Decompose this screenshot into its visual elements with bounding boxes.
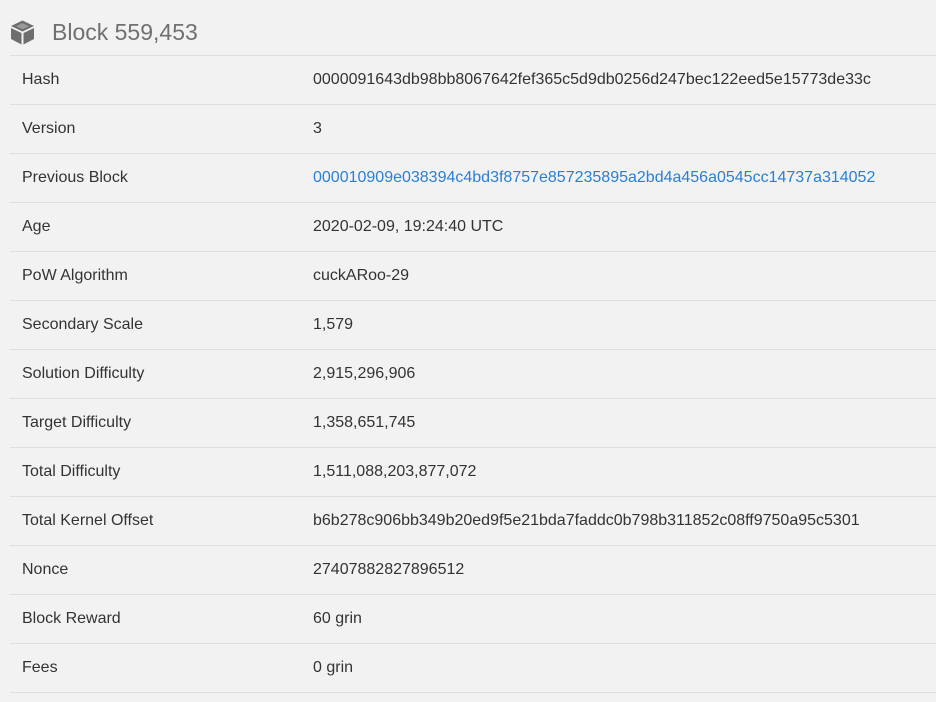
- nonce-value: 27407882827896512: [313, 561, 465, 578]
- row-label: Age: [22, 218, 51, 235]
- row-label: Version: [22, 120, 76, 137]
- target-difficulty-value: 1,358,651,745: [313, 414, 416, 431]
- table-row-nonce: Nonce 27407882827896512: [10, 546, 936, 595]
- table-row-secondary-scale: Secondary Scale 1,579: [10, 301, 936, 350]
- row-label: Target Difficulty: [22, 414, 132, 431]
- table-row-total-kernel-offset: Total Kernel Offset b6b278c906bb349b20ed…: [10, 497, 936, 546]
- row-label: Hash: [22, 71, 60, 88]
- table-row-solution-difficulty: Solution Difficulty 2,915,296,906: [10, 350, 936, 399]
- row-label: Nonce: [22, 561, 69, 578]
- row-label: Solution Difficulty: [22, 365, 145, 382]
- table-row-hash: Hash 0000091643db98bb8067642fef365c5d9db…: [10, 56, 936, 105]
- row-label: Total Kernel Offset: [22, 512, 154, 529]
- secondary-scale-value: 1,579: [313, 316, 354, 333]
- table-row-pow-algorithm: PoW Algorithm cuckARoo-29: [10, 252, 936, 301]
- row-label: Total Difficulty: [22, 463, 121, 480]
- table-row-target-difficulty: Target Difficulty 1,358,651,745: [10, 399, 936, 448]
- hash-value: 0000091643db98bb8067642fef365c5d9db0256d…: [313, 71, 871, 88]
- table-row-version: Version 3: [10, 105, 936, 154]
- age-value: 2020-02-09, 19:24:40 UTC: [313, 218, 504, 235]
- block-reward-value: 60 grin: [313, 610, 362, 627]
- block-header: Block 559,453: [0, 0, 936, 55]
- table-row-previous-block: Previous Block 000010909e038394c4bd3f875…: [10, 154, 936, 203]
- solution-difficulty-value: 2,915,296,906: [313, 365, 416, 382]
- row-label: PoW Algorithm: [22, 267, 128, 284]
- table-row-total-difficulty: Total Difficulty 1,511,088,203,877,072: [10, 448, 936, 497]
- table-row-fees: Fees 0 grin: [10, 644, 936, 693]
- total-kernel-offset-value: b6b278c906bb349b20ed9f5e21bda7faddc0b798…: [313, 512, 860, 529]
- table-row-age: Age 2020-02-09, 19:24:40 UTC: [10, 203, 936, 252]
- row-label: Fees: [22, 659, 58, 676]
- table-row-block-reward: Block Reward 60 grin: [10, 595, 936, 644]
- total-difficulty-value: 1,511,088,203,877,072: [313, 463, 477, 480]
- fees-value: 0 grin: [313, 659, 354, 676]
- row-label: Previous Block: [22, 169, 128, 186]
- cube-icon: [9, 19, 36, 46]
- version-value: 3: [313, 120, 322, 137]
- previous-block-link[interactable]: 000010909e038394c4bd3f8757e857235895a2bd…: [313, 154, 875, 202]
- block-details-table: Hash 0000091643db98bb8067642fef365c5d9db…: [10, 55, 936, 693]
- row-label: Block Reward: [22, 610, 121, 627]
- row-label: Secondary Scale: [22, 316, 143, 333]
- pow-algorithm-value: cuckARoo-29: [313, 267, 410, 284]
- page-title: Block 559,453: [52, 19, 198, 45]
